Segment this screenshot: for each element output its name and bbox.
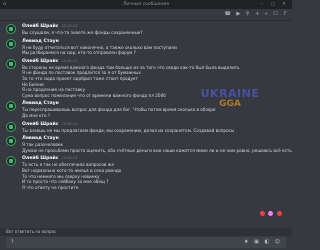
message-timestamp: 30.06.23 bbox=[61, 24, 78, 28]
author-name: Олейб Шрайс bbox=[22, 58, 59, 64]
message-author[interactable]: Олейб Шрайс 30.06.23 bbox=[22, 121, 292, 128]
message-text: Думаю не просьбами просто оценить, обо с… bbox=[22, 147, 292, 153]
avatar[interactable] bbox=[6, 121, 16, 132]
window-titlebar: ⌂ Личные сообщения – ▢ ✕ bbox=[0, 0, 292, 9]
message-timestamp: 30.06.23 bbox=[61, 121, 78, 126]
watermark-logo: UKRAINE GGA bbox=[200, 88, 260, 110]
message-item[interactable]: Олейб Шрайс 30.06.23 Вы слушали, я что-то … bbox=[0, 23, 292, 36]
reply-preview: Вот ответить на вопрос bbox=[0, 228, 292, 236]
window-controls[interactable]: – ▢ ✕ bbox=[261, 0, 289, 9]
avatar[interactable] bbox=[6, 136, 16, 147]
reply-text: Вот ответить на вопрос bbox=[6, 229, 57, 234]
message-item[interactable]: Левиад Стаун Я так разочеловек Думаю не пр… bbox=[0, 135, 292, 153]
avatar[interactable] bbox=[6, 101, 16, 112]
input-toolbar[interactable]: ♦ ▣ ◧ ☺ bbox=[244, 237, 282, 248]
message-author[interactable]: Олейб Шрайс 30.06.23 bbox=[22, 58, 292, 65]
message-text: Я что ответу не простите bbox=[22, 184, 79, 190]
author-name: Левиад Стаун bbox=[22, 38, 59, 44]
message-item[interactable]: Олейб Шрайс 30.06.23 То есть я так не обес… bbox=[0, 155, 292, 190]
inbox-icon[interactable]: ☐ bbox=[273, 11, 279, 17]
message-timestamp: 30.06.23 bbox=[61, 156, 78, 161]
emoji-icon[interactable]: ☺ bbox=[275, 239, 282, 245]
gif-icon[interactable]: ▣ bbox=[254, 239, 261, 245]
help-icon[interactable]: ? bbox=[283, 11, 288, 17]
watermark-line1: UKRAINE bbox=[200, 87, 260, 100]
video-icon[interactable]: ▶ bbox=[236, 11, 242, 17]
reaction-icon[interactable] bbox=[268, 211, 274, 216]
sticker-icon[interactable]: ◧ bbox=[264, 239, 271, 245]
watermark-line2: GGA bbox=[219, 99, 241, 109]
author-name: Олейб Шрайс bbox=[22, 121, 59, 127]
search-icon[interactable]: ⌕ bbox=[265, 11, 270, 17]
author-name: Олейб Шрайс bbox=[22, 156, 59, 162]
header-toolbar[interactable]: ☎ ▶ ⚲ + ⌕ ☐ ? bbox=[225, 11, 288, 17]
reaction-icon[interactable] bbox=[277, 211, 282, 216]
message-timestamp: 30.06.23 bbox=[61, 58, 78, 63]
pin-icon[interactable]: ⚲ bbox=[246, 11, 252, 17]
author-name: Левиад Стаун bbox=[22, 101, 59, 107]
message-text: Мы разбираемся на сюр, кто-то отправлен … bbox=[22, 50, 137, 56]
message-input[interactable]: ? ♦ ▣ ◧ ☺ bbox=[6, 237, 286, 248]
message-reactions[interactable] bbox=[258, 211, 282, 218]
avatar[interactable] bbox=[6, 24, 16, 34]
message-author[interactable]: Левиад Стаун bbox=[22, 38, 292, 45]
message-input-text: ? bbox=[11, 240, 14, 245]
reaction-heart-icon[interactable] bbox=[259, 211, 265, 216]
message-text: Да мне кто ? bbox=[22, 112, 51, 118]
avatar[interactable] bbox=[6, 156, 16, 167]
chat-header: ☎ ▶ ⚲ + ⌕ ☐ ? bbox=[0, 9, 292, 21]
message-item[interactable]: Олейб Шрайс 30.06.23 Ты знаешь не мы предл… bbox=[0, 121, 292, 134]
avatar[interactable] bbox=[6, 58, 16, 69]
gift-icon[interactable]: ♦ bbox=[244, 239, 250, 245]
message-author[interactable]: Олейб Шрайс 30.06.23 bbox=[22, 23, 292, 30]
message-text: Вы слушали, я что-то знаете же фонды сох… bbox=[22, 30, 143, 35]
message-author[interactable]: Олейб Шрайс 30.06.23 bbox=[22, 155, 292, 162]
message-item[interactable]: Левиад Стаун Я не буду отчитаться вот нак… bbox=[0, 38, 292, 56]
phone-icon[interactable]: ☎ bbox=[225, 11, 233, 17]
author-name: Олейб Шрайс bbox=[22, 24, 59, 29]
author-name: Левиад Стаун bbox=[22, 136, 59, 142]
message-author[interactable]: Левиад Стаун bbox=[22, 135, 292, 142]
home-icon[interactable]: ⌂ bbox=[3, 0, 6, 9]
avatar[interactable] bbox=[6, 38, 16, 49]
message-text: Ты знаешь не мы предлагаем фонда, мы сох… bbox=[22, 127, 235, 133]
window-title: Личные сообщения bbox=[123, 2, 169, 7]
message-list[interactable]: Олейб Шрайс 30.06.23 Вы слушали, я что-то … bbox=[0, 21, 292, 228]
add-user-icon[interactable]: + bbox=[255, 11, 261, 17]
